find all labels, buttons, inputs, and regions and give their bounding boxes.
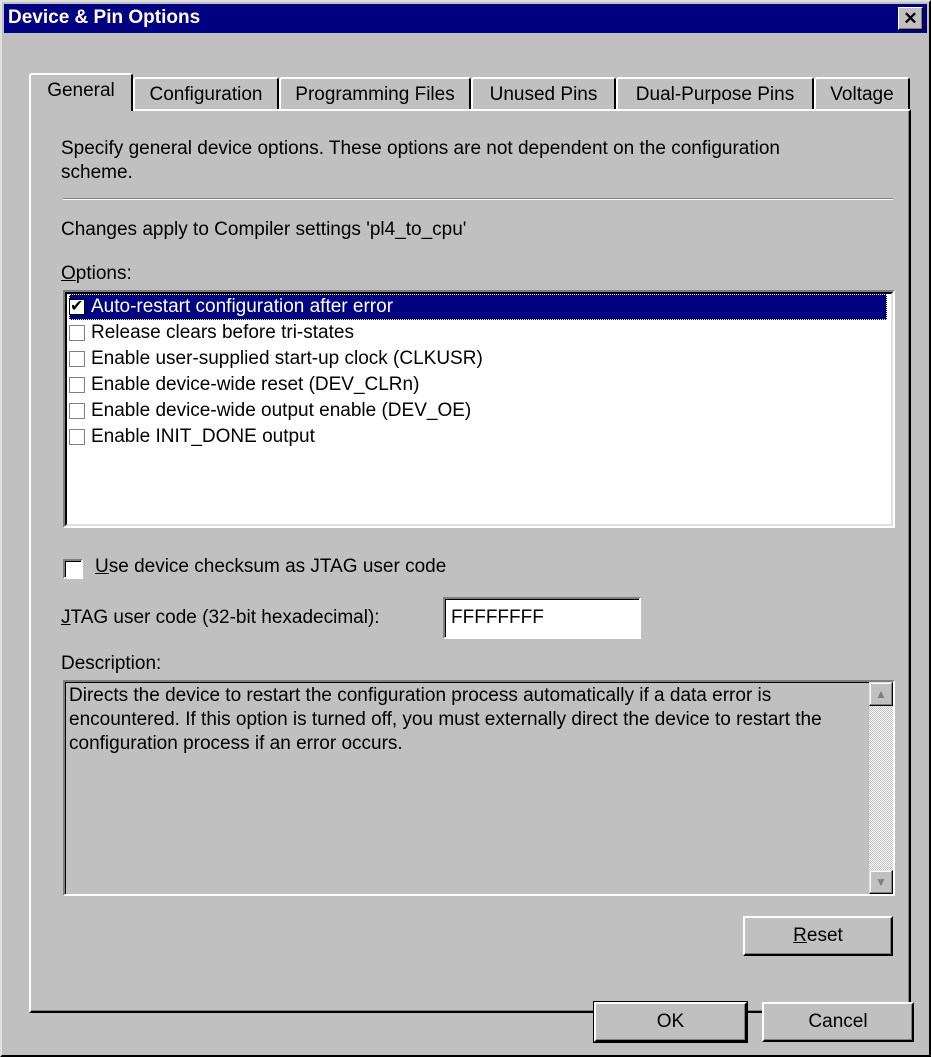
scroll-up-button[interactable]: ▲ (869, 682, 893, 706)
ok-button[interactable]: OK (593, 1001, 748, 1043)
option-checkbox[interactable] (69, 377, 85, 393)
close-icon: ✕ (903, 9, 918, 28)
description-scrollbar[interactable]: ▲ ▼ (869, 682, 893, 894)
tab-dual-purpose-pins[interactable]: Dual-Purpose Pins (616, 77, 814, 109)
intro-text: Specify general device options. These op… (61, 138, 780, 159)
option-dev-clrn[interactable]: Enable device-wide reset (DEV_CLRn) (69, 372, 887, 398)
scroll-down-icon: ▼ (875, 875, 887, 889)
tab-general[interactable]: General (29, 73, 133, 111)
tab-voltage[interactable]: Voltage (814, 77, 910, 109)
option-init-done[interactable]: Enable INIT_DONE output (69, 424, 887, 450)
cancel-button[interactable]: Cancel (762, 1002, 914, 1042)
option-checkbox[interactable] (69, 296, 85, 316)
options-listbox[interactable]: Auto-restart configuration after error R… (63, 290, 895, 528)
option-checkbox[interactable] (69, 325, 85, 341)
window-title: Device & Pin Options (8, 7, 201, 28)
checksum-label[interactable]: Use device checksum as JTAG user code (95, 556, 446, 578)
tab-unused-pins[interactable]: Unused Pins (471, 77, 616, 109)
option-release-clears[interactable]: Release clears before tri-states (69, 320, 887, 346)
close-button[interactable]: ✕ (898, 7, 923, 30)
option-clkusr[interactable]: Enable user-supplied start-up clock (CLK… (69, 346, 887, 372)
description-label: Description: (61, 653, 162, 674)
scroll-down-button[interactable]: ▼ (869, 870, 893, 894)
jtag-user-code-label: JTAG user code (32-bit hexadecimal): (61, 607, 380, 628)
title-bar[interactable]: Device & Pin Options ✕ (4, 4, 927, 33)
options-label: Options: (61, 263, 132, 284)
option-checkbox[interactable] (69, 403, 85, 419)
general-tab-panel: Specify general device options. These op… (29, 109, 911, 1013)
separator (63, 198, 893, 200)
option-checkbox[interactable] (69, 351, 85, 367)
reset-button[interactable]: Reset (743, 916, 893, 956)
option-checkbox[interactable] (69, 429, 85, 445)
tab-programming-files[interactable]: Programming Files (279, 77, 471, 109)
jtag-user-code-input[interactable]: FFFFFFFF (443, 597, 641, 639)
option-dev-oe[interactable]: Enable device-wide output enable (DEV_OE… (69, 398, 887, 424)
device-pin-options-dialog: Device & Pin Options ✕ General Configura… (0, 0, 931, 1057)
description-box: Directs the device to restart the config… (63, 680, 895, 896)
option-auto-restart[interactable]: Auto-restart configuration after error (69, 294, 887, 320)
description-text: Directs the device to restart the config… (69, 685, 822, 754)
changes-apply-text: Changes apply to Compiler settings 'pl4_… (61, 219, 467, 240)
checksum-checkbox[interactable] (63, 559, 83, 579)
scroll-up-icon: ▲ (875, 687, 887, 701)
intro-text-line2: scheme. (61, 162, 133, 183)
tab-configuration[interactable]: Configuration (133, 77, 279, 109)
